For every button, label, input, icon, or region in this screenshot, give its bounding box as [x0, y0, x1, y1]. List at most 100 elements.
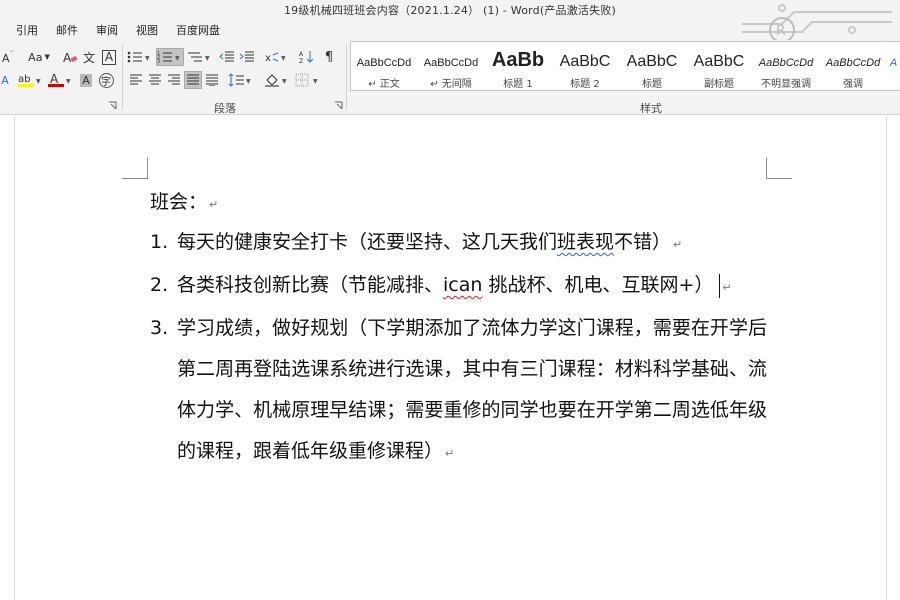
- style-name: 不明显强调: [761, 79, 811, 90]
- justify-button[interactable]: [184, 71, 202, 89]
- style-preview: AaBbCcDd: [356, 57, 412, 69]
- borders-button[interactable]: ▼: [294, 71, 322, 89]
- multilevel-list-button[interactable]: ▼: [186, 48, 214, 66]
- character-border-button[interactable]: A: [100, 48, 118, 66]
- enclose-characters-button[interactable]: 字: [97, 71, 115, 89]
- svg-text:▼: ▼: [36, 78, 41, 85]
- svg-text:A: A: [299, 51, 304, 58]
- multilevel-list-icon: ▼: [188, 52, 210, 62]
- style-emphasis[interactable]: AaBbCcDd 强调: [820, 42, 887, 90]
- document-body[interactable]: 班会： ↵ 1. 每天的健康安全打卡（还要坚持、这几天我们班表现不错） ↵ 2. 各…: [150, 183, 780, 474]
- svg-text:▼: ▼: [66, 78, 71, 85]
- grammar-flagged-text[interactable]: 班表现: [557, 231, 614, 253]
- text-effect-button[interactable]: A: [0, 71, 10, 89]
- text-run: 每天的健康安全打卡（还要坚持、这几天我们: [177, 231, 558, 253]
- text-run: 各类科技创新比赛（节能减排、: [177, 274, 444, 296]
- bullets-button[interactable]: ▼: [126, 48, 154, 66]
- style-preview: AaBbC: [693, 53, 745, 70]
- font-dialog-launcher-icon[interactable]: [108, 101, 117, 110]
- increase-indent-button[interactable]: [238, 48, 256, 66]
- styles-group-label: 样式: [640, 102, 662, 115]
- align-center-button[interactable]: [146, 71, 164, 89]
- svg-text:▼: ▼: [313, 78, 318, 85]
- list-item-text: 学习成绩，做好规划（下学期添加了流体力学这门课程，需要在开学后第二周再登陆选课系…: [177, 308, 767, 474]
- align-right-icon: [168, 74, 180, 85]
- tab-baidu-netdisk[interactable]: 百度网盘: [168, 20, 228, 38]
- list-item-1: 1. 每天的健康安全打卡（还要坚持、这几天我们班表现不错） ↵: [150, 222, 780, 265]
- document-heading: 班会： ↵: [150, 183, 780, 221]
- text-cursor: [719, 273, 721, 298]
- style-subtitle[interactable]: AaBbC 副标题: [686, 42, 753, 90]
- svg-text:R: R: [776, 23, 786, 39]
- tab-review[interactable]: 审阅: [88, 20, 126, 38]
- svg-text:A: A: [2, 52, 10, 64]
- svg-text:ⅹ: ⅹ: [265, 53, 271, 64]
- style-preview: AaBbCcDd: [423, 57, 479, 69]
- show-formatting-marks-button[interactable]: ¶: [320, 48, 338, 66]
- list-item-text: 每天的健康安全打卡（还要坚持、这几天我们班表现不错） ↵: [177, 222, 767, 265]
- style-preview: AaBbCcDd: [758, 57, 814, 69]
- style-title[interactable]: AaBbC 标题: [619, 42, 686, 90]
- highlight-color-button[interactable]: ab ▼: [16, 71, 44, 89]
- character-shading-button[interactable]: A: [78, 71, 94, 89]
- font-color-button[interactable]: A ▼: [46, 71, 74, 89]
- chinese-layout-button[interactable]: ⅹ ▼: [264, 48, 290, 66]
- style-no-spacing[interactable]: AaBbCcDd ↵ 无间隔: [418, 42, 485, 90]
- style-preview: AaBbC: [626, 53, 678, 70]
- style-preview: AaBbCcDd: [825, 57, 881, 69]
- style-next-partial[interactable]: A: [887, 42, 900, 90]
- text-effect-icon: A: [1, 73, 9, 87]
- shading-button[interactable]: ▼: [263, 71, 291, 89]
- line-spacing-button[interactable]: ▼: [227, 71, 255, 89]
- heading-text: 班会：: [150, 191, 208, 213]
- justify-icon: [187, 74, 199, 85]
- distributed-icon: [206, 74, 218, 86]
- numbering-button[interactable]: 123 ▼: [156, 48, 184, 66]
- list-number: 2.: [150, 274, 169, 296]
- borders-icon: ▼: [295, 73, 318, 87]
- svg-text:3: 3: [157, 59, 160, 64]
- paragraph-mark: ↵: [673, 238, 683, 251]
- style-name: 标题: [642, 79, 662, 90]
- style-normal[interactable]: AaBbCcDd ↵ 正文: [351, 42, 418, 90]
- crop-mark-top-left: [122, 157, 148, 179]
- svg-text:▼: ▼: [281, 55, 286, 62]
- tab-mailings[interactable]: 邮件: [48, 20, 86, 38]
- style-name: 标题 2: [570, 79, 600, 90]
- style-preview: AaBbC: [559, 53, 611, 70]
- ribbon-separator: [122, 44, 123, 110]
- numbered-list-icon: 123 ▼: [157, 51, 180, 64]
- style-name: 副标题: [704, 79, 734, 90]
- paint-bucket-icon: ▼: [265, 74, 287, 87]
- paragraph-mark: ↵: [209, 198, 219, 211]
- svg-text:▼: ▼: [282, 78, 287, 85]
- align-left-button[interactable]: [127, 71, 145, 89]
- tab-references[interactable]: 引用: [8, 20, 46, 38]
- decrease-indent-button[interactable]: [218, 48, 236, 66]
- align-right-button[interactable]: [165, 71, 183, 89]
- style-heading-2[interactable]: AaBbC 标题 2: [552, 42, 619, 90]
- change-case-button[interactable]: Aa ▼: [25, 48, 53, 66]
- pilcrow-icon: ¶: [324, 49, 334, 65]
- char-shading-label: A: [80, 73, 92, 87]
- tab-view[interactable]: 视图: [128, 20, 166, 38]
- style-heading-1[interactable]: AaBb 标题 1: [485, 42, 552, 90]
- align-left-icon: [130, 74, 142, 85]
- outdent-icon: [219, 51, 234, 62]
- list-number: 1.: [150, 231, 169, 253]
- shrink-font-button[interactable]: Aˇ: [0, 48, 16, 66]
- sort-button[interactable]: AZ: [298, 48, 316, 66]
- highlighter-icon: ab ▼: [18, 74, 41, 87]
- style-subtle-emphasis[interactable]: AaBbCcDd 不明显强调: [753, 42, 820, 90]
- style-name: ↵ 正文: [368, 79, 400, 90]
- list-item-text: 各类科技创新比赛（节能减排、ican 挑战杯、机电、互联网+） ↵: [177, 265, 767, 308]
- clear-formatting-button[interactable]: A: [60, 48, 80, 66]
- phonetic-guide-label: 文: [82, 50, 95, 65]
- spelling-flagged-text[interactable]: ican: [443, 274, 482, 296]
- list-item-2: 2. 各类科技创新比赛（节能减排、ican 挑战杯、机电、互联网+） ↵: [150, 265, 780, 308]
- distributed-button[interactable]: [203, 71, 221, 89]
- phonetic-guide-button[interactable]: 文: [80, 48, 98, 66]
- svg-text:A: A: [63, 51, 72, 64]
- paragraph-dialog-launcher-icon[interactable]: [334, 101, 343, 110]
- page-edge: [14, 116, 15, 600]
